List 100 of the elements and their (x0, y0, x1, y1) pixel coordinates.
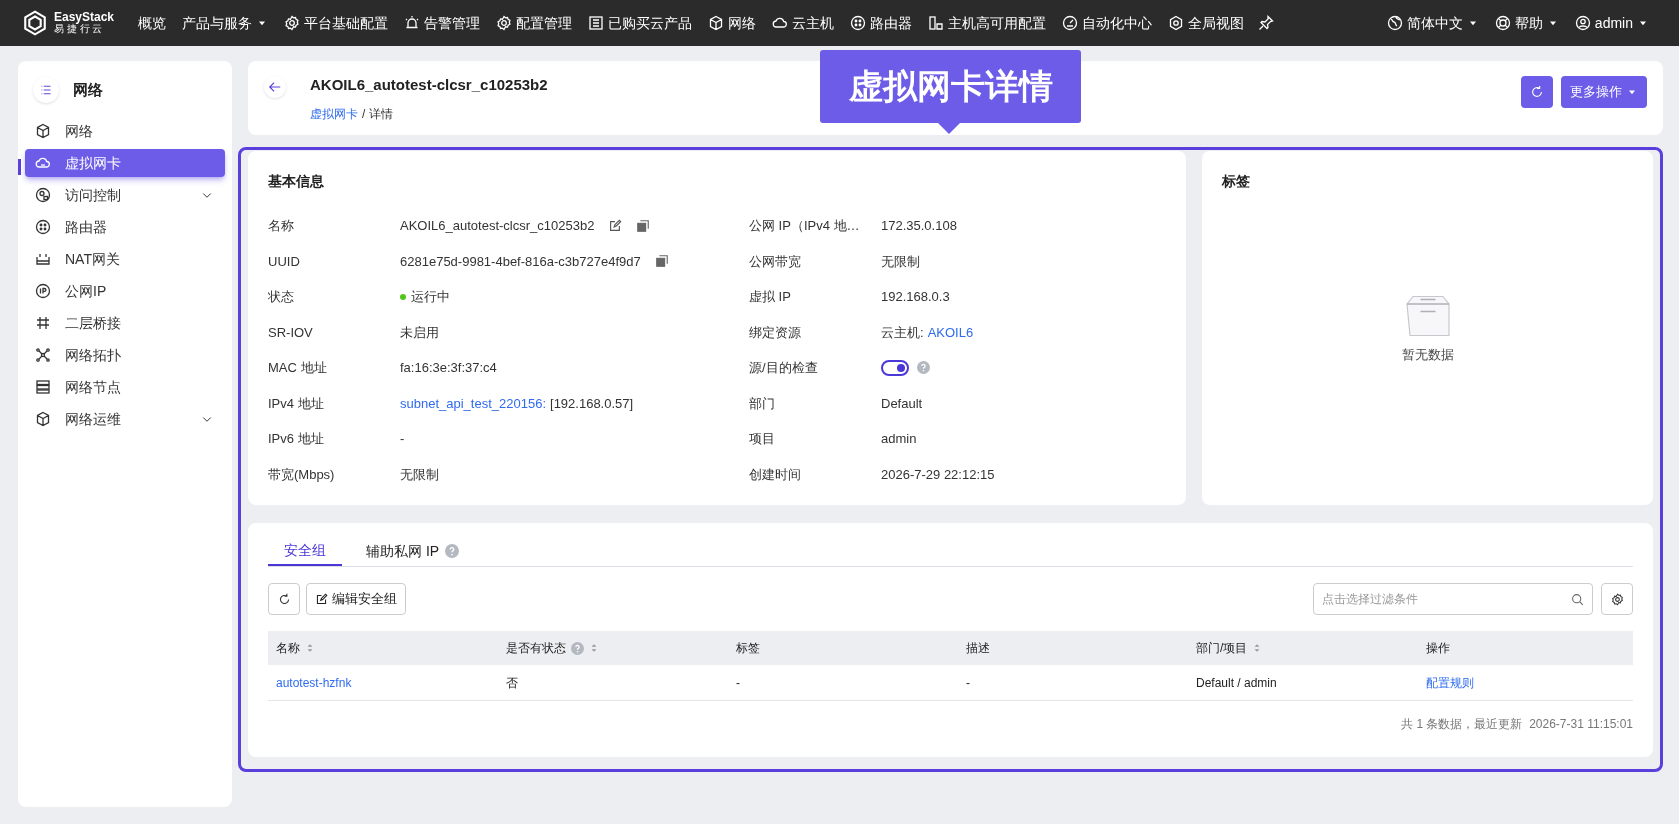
arrow-left-icon (268, 80, 282, 94)
nav-item[interactable]: 主机高可用配置 (920, 8, 1055, 38)
table-cell: Default / admin (1196, 675, 1277, 690)
field-label: 源/目的检查 (749, 359, 819, 377)
edit-icon[interactable] (608, 218, 623, 233)
search-field[interactable]: 点击选择过滤条件 (1313, 583, 1593, 615)
hexagon-icon (1168, 15, 1185, 31)
copy-icon[interactable] (654, 254, 669, 269)
copy-icon[interactable] (636, 218, 651, 233)
section-title: 标签 (1222, 172, 1251, 191)
nav-menu[interactable]: 帮助 (1486, 8, 1567, 38)
field-label: MAC 地址 (268, 359, 328, 377)
nav-item[interactable]: 告警管理 (396, 8, 489, 38)
active-indicator (18, 159, 21, 175)
column-header: 名称 (276, 640, 300, 657)
field-value: Default (881, 394, 923, 413)
field-label: 状态 (268, 288, 295, 306)
table-footer-text: 共 1 条数据，最近更新 2026-7-31 11:15:01 (1401, 716, 1633, 733)
field-value: 2026-7-29 22:12:15 (881, 465, 995, 484)
column-header: 标签 (736, 640, 760, 657)
callout-label: 虚拟网卡详情 (820, 50, 1081, 123)
field-value: [192.168.0.57] (550, 394, 634, 413)
breadcrumb-separator: / (362, 105, 366, 123)
nav-item[interactable]: 云主机 (764, 8, 843, 38)
nav-menu[interactable]: admin (1566, 8, 1657, 38)
globe-icon (1386, 15, 1403, 31)
sidebar-item[interactable]: NAT网关 (25, 245, 225, 273)
refresh-icon (277, 592, 291, 606)
nav-item[interactable]: 已购买云产品 (580, 8, 701, 38)
sidebar-item[interactable]: 二层桥接 (25, 309, 225, 337)
field-value: - (400, 430, 405, 448)
sidebar-item[interactable]: 网络运维 (25, 405, 225, 433)
field-value: AKOIL6_autotest-clcsr_c10253b2 (400, 217, 595, 235)
sidebar-item[interactable]: 访问控制 (25, 181, 225, 209)
field-value: admin (881, 430, 917, 448)
nav-item[interactable]: 全局视图 (1160, 8, 1253, 38)
server-stack-icon (35, 379, 51, 395)
lifebuoy-icon (1494, 15, 1511, 31)
link[interactable]: AKOIL6 (927, 322, 974, 342)
refresh-button[interactable] (268, 583, 300, 615)
refresh-button[interactable] (1521, 76, 1553, 108)
search-icon (1571, 593, 1584, 606)
page-title: AKOIL6_autotest-clcsr_c10253b2 (310, 75, 548, 95)
pin-icon[interactable] (1258, 15, 1275, 31)
field-value: 192.168.0.3 (881, 288, 950, 306)
tab[interactable]: 安全组 (268, 536, 342, 566)
shield-person-icon (35, 187, 51, 203)
table-cell: - (736, 675, 740, 690)
toggle-switch[interactable] (881, 359, 909, 376)
field-label: 项目 (749, 430, 776, 448)
nav-item[interactable]: 配置管理 (488, 8, 581, 38)
hexagon-logo-icon (22, 10, 48, 36)
sidebar-item[interactable]: 路由器 (25, 213, 225, 241)
sidebar-item[interactable]: 网络 (25, 117, 225, 145)
sidebar-title: 网络 (73, 79, 103, 100)
sidebar-item[interactable]: 网络拓扑 (25, 341, 225, 369)
tab[interactable]: 辅助私网 IP (350, 536, 476, 566)
edit-icon (315, 592, 328, 606)
breadcrumb-link[interactable]: 虚拟网卡 (310, 104, 358, 123)
nav-item[interactable]: 自动化中心 (1054, 8, 1161, 38)
more-actions-button[interactable]: 更多操作 (1561, 76, 1647, 108)
brand-name: EasyStack (54, 11, 115, 23)
field-label: 公网带宽 (749, 252, 802, 271)
field-label: 公网 IP（IPv4 地… (749, 217, 861, 235)
topology-icon (35, 347, 51, 363)
settings-icon (1610, 592, 1624, 606)
edit-security-group-button[interactable]: 编辑安全组 (306, 583, 406, 615)
nav-item[interactable]: 路由器 (842, 8, 921, 38)
nav-item[interactable]: 产品与服务 (174, 8, 277, 38)
sort-icon[interactable] (305, 642, 315, 654)
nav-item[interactable]: 平台基础配置 (276, 8, 397, 38)
table-link[interactable]: 配置规则 (1426, 675, 1474, 690)
refresh-icon (1530, 85, 1544, 99)
sort-icon[interactable] (589, 642, 599, 654)
field-label: 名称 (268, 217, 295, 235)
empty-text: 暂无数据 (1401, 346, 1454, 364)
router-icon (35, 219, 51, 235)
gateway-icon (35, 251, 51, 267)
server-icon (928, 15, 945, 31)
nav-item[interactable]: 概览 (130, 8, 175, 38)
empty-box-icon (1403, 295, 1452, 337)
sidebar-item[interactable]: 网络节点 (25, 373, 225, 401)
link[interactable]: subnet_api_test_220156: (400, 393, 546, 413)
cube-icon (35, 123, 51, 139)
bridge-icon (35, 315, 51, 331)
callout-pointer-icon (937, 122, 961, 134)
nav-item[interactable]: 网络 (700, 8, 765, 38)
field-label: 绑定资源 (749, 323, 802, 342)
nav-menu[interactable]: 简体中文 (1378, 8, 1487, 38)
column-header: 操作 (1426, 640, 1450, 657)
menu-toggle[interactable] (33, 77, 59, 103)
back-button[interactable] (264, 76, 286, 98)
brand-subtitle: 易 捷 行 云 (54, 23, 103, 35)
sidebar-item[interactable]: 公网IP (25, 277, 225, 305)
list-icon (588, 15, 605, 31)
sidebar-item[interactable]: 虚拟网卡 (25, 149, 225, 177)
field-value: 6281e75d-9981-4bef-816a-c3b727e4f9d7 (400, 252, 641, 271)
gear-icon (496, 15, 513, 31)
table-link[interactable]: autotest-hzfnk (276, 675, 352, 690)
settings-button[interactable] (1601, 583, 1633, 615)
